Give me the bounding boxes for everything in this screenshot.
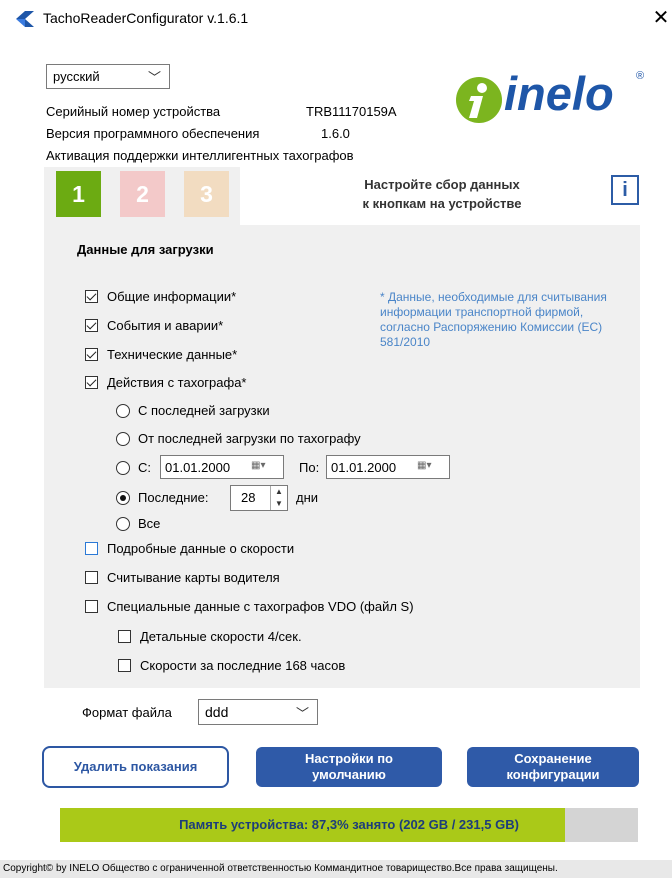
label-to: По: bbox=[299, 460, 320, 475]
checkbox-general[interactable] bbox=[85, 290, 98, 303]
section-title: Данные для загрузки bbox=[77, 242, 214, 257]
firmware-label: Версия программного обеспечения bbox=[46, 126, 260, 141]
firmware-value: 1.6.0 bbox=[321, 126, 350, 141]
file-format-label: Формат файла bbox=[82, 705, 172, 720]
checkbox-technical[interactable] bbox=[85, 348, 98, 361]
chevron-down-icon: ﹀ bbox=[147, 70, 161, 85]
label-since-last: С последней загрузки bbox=[138, 403, 270, 418]
default-settings-line-2: умолчанию bbox=[312, 767, 386, 782]
tab-3[interactable]: 3 bbox=[184, 171, 229, 217]
checkbox-speed-4s[interactable] bbox=[118, 630, 131, 643]
chevron-down-icon: ﹀ bbox=[295, 706, 309, 721]
label-last: Последние: bbox=[138, 490, 209, 505]
legal-note: * Данные, необходимые для считывания инф… bbox=[380, 290, 607, 349]
checkbox-vdo-special[interactable] bbox=[85, 600, 98, 613]
hint-line-1: Настройте сбор данных bbox=[364, 177, 520, 192]
radio-date-range[interactable] bbox=[116, 461, 130, 475]
window-title: TachoReaderConfigurator v.1.6.1 bbox=[43, 10, 249, 26]
calendar-icon[interactable]: ▦▾ bbox=[251, 460, 277, 474]
label-since-last-tacho: От последней загрузки по тахографу bbox=[138, 431, 361, 446]
delete-readings-button[interactable]: Удалить показания bbox=[42, 746, 229, 788]
close-button[interactable]: ✕ bbox=[650, 6, 672, 30]
label-speed-168h: Скорости за последние 168 часов bbox=[140, 658, 346, 673]
tab-1[interactable]: 1 bbox=[56, 171, 101, 217]
memory-text: Память устройства: 87,3% занято (202 GB … bbox=[179, 817, 519, 832]
label-driver-card: Считывание карты водителя bbox=[107, 570, 280, 585]
language-select[interactable]: русский ﹀ bbox=[46, 64, 170, 89]
save-config-button[interactable]: Сохранение конфигурации bbox=[467, 747, 639, 787]
label-days: дни bbox=[296, 490, 319, 505]
default-settings-line-1: Настройки по bbox=[305, 751, 393, 766]
label-activities: Действия с тахографа* bbox=[107, 375, 247, 390]
checkbox-detailed-speed[interactable] bbox=[85, 542, 98, 555]
file-format-value: ddd bbox=[205, 704, 229, 720]
checkbox-activities[interactable] bbox=[85, 376, 98, 389]
from-date-field[interactable]: 01.01.2000 ▦▾ bbox=[160, 455, 284, 479]
memory-bar: Память устройства: 87,3% занято (202 GB … bbox=[60, 808, 638, 842]
inelo-logo: inelo bbox=[504, 67, 614, 120]
tab-2[interactable]: 2 bbox=[120, 171, 165, 217]
from-date-value: 01.01.2000 bbox=[165, 460, 231, 475]
app-icon bbox=[16, 11, 34, 27]
copyright-footer: Copyright© by INELO Общество с ограничен… bbox=[0, 860, 672, 878]
to-date-value: 01.01.2000 bbox=[331, 460, 397, 475]
hint-text: Настройте сбор данных к кнопкам на устро… bbox=[332, 175, 552, 213]
days-stepper[interactable]: 28 ▲ ▼ bbox=[230, 485, 288, 511]
stepper-arrows-icon[interactable]: ▲ ▼ bbox=[270, 486, 287, 510]
checkbox-driver-card[interactable] bbox=[85, 571, 98, 584]
days-value: 28 bbox=[241, 490, 256, 505]
file-format-select[interactable]: ddd ﹀ bbox=[198, 699, 318, 725]
registered-mark: ® bbox=[636, 70, 645, 82]
serial-value: TRB11170159A bbox=[306, 104, 397, 119]
checkbox-speed-168h[interactable] bbox=[118, 659, 131, 672]
label-events: События и аварии* bbox=[107, 318, 224, 333]
label-all: Все bbox=[138, 516, 161, 531]
label-from: С: bbox=[138, 460, 151, 475]
label-technical: Технические данные* bbox=[107, 347, 238, 362]
label-general: Общие информации* bbox=[107, 289, 237, 304]
save-config-line-1: Сохранение bbox=[514, 751, 592, 766]
radio-last-days[interactable] bbox=[116, 491, 130, 505]
radio-since-last-tacho[interactable] bbox=[116, 432, 130, 446]
default-settings-button[interactable]: Настройки по умолчанию bbox=[256, 747, 442, 787]
save-config-line-2: конфигурации bbox=[506, 767, 600, 782]
to-date-field[interactable]: 01.01.2000 ▦▾ bbox=[326, 455, 450, 479]
checkbox-events[interactable] bbox=[85, 319, 98, 332]
radio-since-last[interactable] bbox=[116, 404, 130, 418]
serial-label: Серийный номер устройства bbox=[46, 104, 221, 119]
language-select-value: русский bbox=[53, 69, 100, 84]
label-detailed-speed: Подробные данные о скорости bbox=[107, 541, 295, 556]
calendar-icon[interactable]: ▦▾ bbox=[417, 460, 443, 474]
info-button[interactable]: i bbox=[611, 175, 639, 205]
inelo-logo-icon bbox=[456, 77, 502, 123]
smart-tacho-label: Активация поддержки интеллигентных тахог… bbox=[46, 148, 354, 163]
hint-line-2: к кнопкам на устройстве bbox=[362, 196, 522, 211]
title-bar: TachoReaderConfigurator v.1.6.1 ✕ bbox=[0, 0, 672, 36]
radio-all[interactable] bbox=[116, 517, 130, 531]
label-vdo-special: Специальные данные с тахографов VDO (фай… bbox=[107, 599, 414, 614]
label-speed-4s: Детальные скорости 4/сек. bbox=[140, 629, 302, 644]
